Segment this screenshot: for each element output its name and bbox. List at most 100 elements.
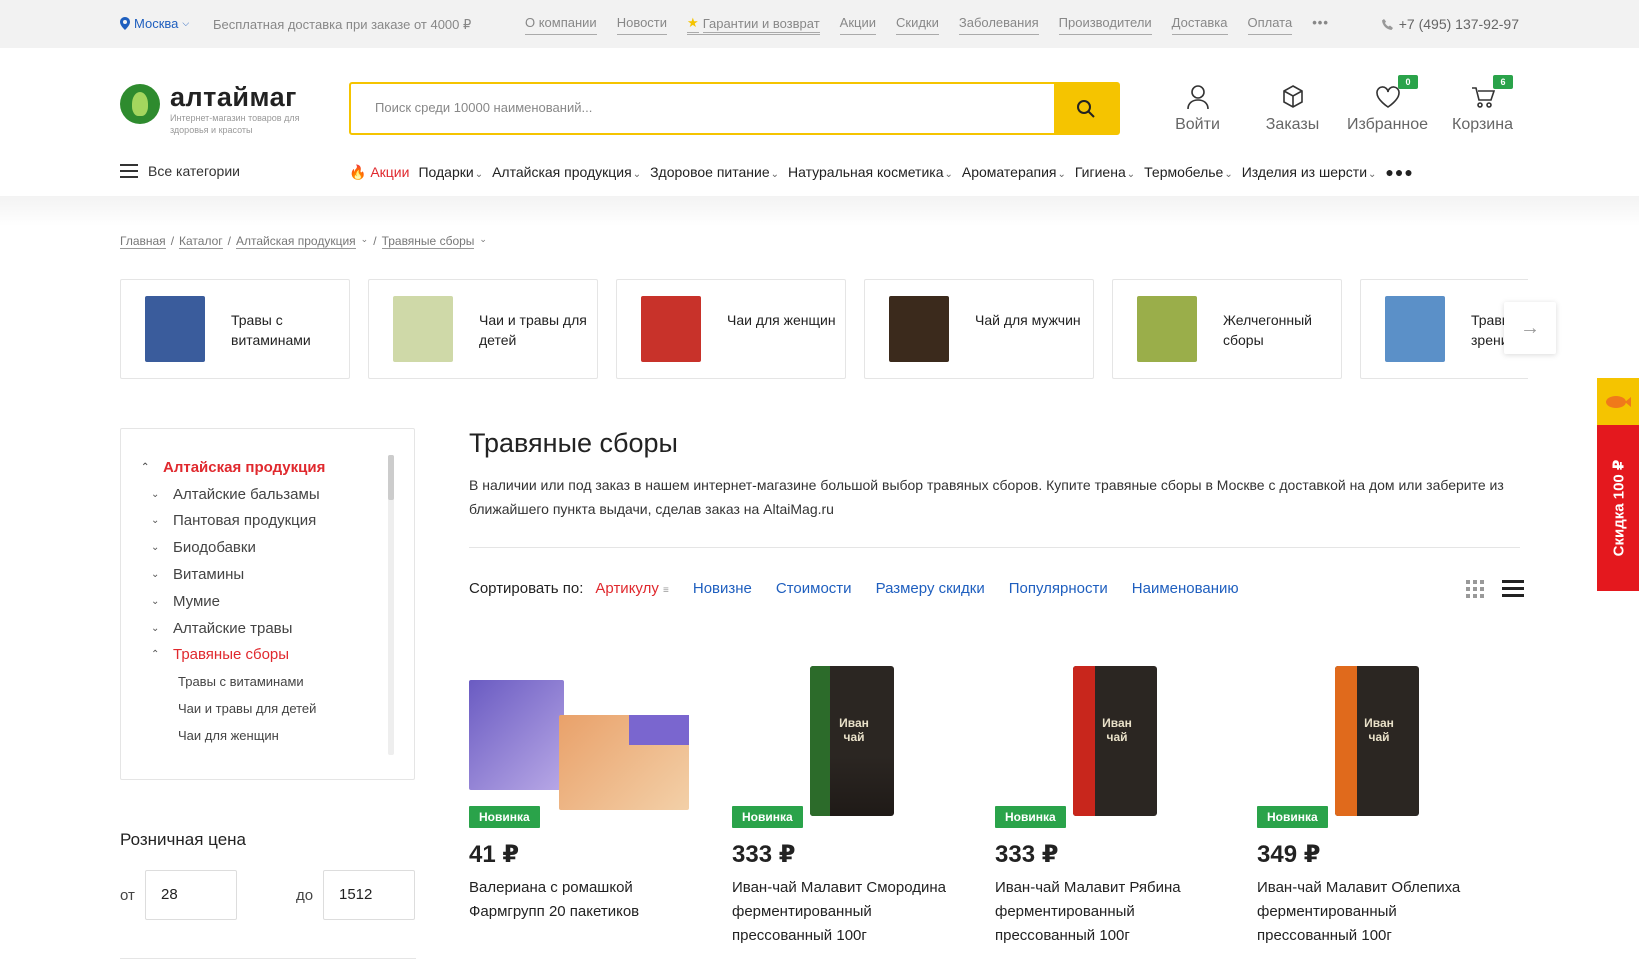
sidebar-subitem-vitamins[interactable]: Травы с витаминами — [141, 668, 325, 695]
nav-item-thermal[interactable]: Термобелье⌄ — [1144, 164, 1233, 181]
all-categories-button[interactable]: Все категории — [120, 163, 240, 179]
subcategory-card[interactable]: Чай для мужчин — [864, 279, 1094, 379]
carousel-next-button[interactable]: → — [1504, 302, 1556, 354]
product-name[interactable]: Иван-чай Малавит Смородина ферментирован… — [732, 876, 972, 948]
pack-text: Иван чай — [1364, 716, 1394, 744]
price-from-input[interactable]: 28 — [145, 870, 237, 920]
scrollbar-thumb[interactable] — [388, 455, 394, 500]
cart-button[interactable]: 6 Корзина — [1435, 75, 1530, 134]
top-link-manufacturers[interactable]: Производители — [1058, 15, 1152, 35]
breadcrumb-altai[interactable]: Алтайская продукция — [236, 234, 356, 249]
subcategory-card[interactable]: Травы для зрения — [1360, 279, 1528, 379]
sidebar-item-label: Алтайские травы — [173, 619, 293, 637]
sort-by-popularity[interactable]: Популярности — [1009, 580, 1108, 597]
sort-by-newness[interactable]: Новизне — [693, 580, 752, 597]
breadcrumb-current[interactable]: Травяные сборы — [381, 234, 475, 249]
product-name[interactable]: Иван-чай Малавит Облепиха ферментированн… — [1257, 876, 1497, 948]
login-label: Войти — [1175, 116, 1220, 133]
city-name: Москва — [134, 16, 179, 31]
product-card[interactable]: Иван чай Новинка 333 ₽ Иван-чай Малавит … — [732, 650, 972, 944]
sidebar-item-balsams[interactable]: ⌄ Алтайские бальзамы — [141, 481, 325, 508]
grid-view-icon[interactable] — [1466, 580, 1484, 598]
product-card[interactable]: Новинка 41 ₽ Валериана с ромашкой Фармгр… — [469, 650, 709, 920]
breadcrumb-catalog[interactable]: Каталог — [179, 234, 223, 249]
more-dots-icon[interactable]: ●●● — [1385, 164, 1413, 181]
top-link-news[interactable]: Новости — [616, 15, 668, 35]
sidebar-item-herbal-blends[interactable]: ⌃ Травяные сборы — [141, 642, 325, 669]
sidebar-subitem-kids[interactable]: Чаи и травы для детей — [141, 695, 325, 722]
chevron-down-icon: ⌵ — [182, 18, 190, 28]
nav-item-aromatherapy[interactable]: Ароматерапия⌄ — [962, 164, 1066, 181]
sidebar-subitem-women[interactable]: Чаи для женщин — [141, 722, 325, 749]
product-name[interactable]: Валериана с ромашкой Фармгрупп 20 пакети… — [469, 876, 709, 924]
sidebar-item-label: Биодобавки — [173, 539, 256, 557]
sidebar-scrollbar[interactable] — [388, 455, 394, 755]
top-link-discounts[interactable]: Скидки — [896, 15, 939, 35]
nav-item-promotions[interactable]: 🔥 Акции — [349, 164, 409, 181]
top-link-promotions[interactable]: Акции — [839, 15, 876, 35]
nav-item-healthy-food[interactable]: Здоровое питание⌄ — [650, 164, 779, 181]
sort-by-name[interactable]: Наименованию — [1132, 580, 1239, 597]
chevron-down-icon: ⌄ — [632, 169, 642, 180]
subcategory-card[interactable]: Чаи для женщин — [616, 279, 846, 379]
product-image[interactable]: Иван чай — [732, 650, 972, 825]
sidebar-item-mumie[interactable]: ⌄ Мумие — [141, 588, 325, 615]
main-nav: Все категории 🔥 Акции Подарки⌄ Алтайская… — [0, 148, 1639, 196]
nav-item-cosmetics[interactable]: Натуральная косметика⌄ — [788, 164, 953, 181]
nav-menu: 🔥 Акции Подарки⌄ Алтайская продукция⌄ Зд… — [349, 164, 1414, 181]
price-to-input[interactable]: 1512 — [323, 870, 415, 920]
sidebar-item-altai[interactable]: ⌃ Алтайская продукция — [141, 454, 325, 481]
pack-text: Иван чай — [1102, 716, 1132, 744]
product-image — [889, 296, 949, 362]
product-image[interactable] — [469, 650, 709, 825]
favorites-count-badge: 0 — [1398, 75, 1418, 89]
favorites-button[interactable]: 0 Избранное — [1340, 75, 1435, 134]
sidebar-item-pants[interactable]: ⌄ Пантовая продукция — [141, 508, 325, 535]
city-selector[interactable]: Москва ⌵ — [120, 16, 189, 31]
subcategory-card[interactable]: Чаи и травы для детей — [368, 279, 598, 379]
nav-item-aroma-label: Ароматерапия — [961, 164, 1057, 180]
more-dots-icon[interactable]: ••• — [1312, 15, 1329, 35]
top-link-about[interactable]: О компании — [525, 15, 597, 35]
login-button[interactable]: Войти — [1150, 84, 1245, 134]
top-link-payment[interactable]: Оплата — [1247, 15, 1293, 35]
product-card[interactable]: Иван чай Новинка 349 ₽ Иван-чай Малавит … — [1257, 650, 1497, 944]
favorites-label: Избранное — [1346, 116, 1429, 133]
subcategory-card[interactable]: Желчегонный сборы — [1112, 279, 1342, 379]
header-actions: Войти Заказы 0 Избранное 6 Корзина — [1150, 75, 1530, 134]
nav-item-wool[interactable]: Изделия из шерсти⌄ — [1242, 164, 1377, 181]
sidebar-item-supplements[interactable]: ⌄ Биодобавки — [141, 534, 325, 561]
nav-item-altai-products[interactable]: Алтайская продукция⌄ — [492, 164, 641, 181]
search-bar: Поиск среди 10000 наименований... — [349, 82, 1120, 135]
product-image[interactable]: Иван чай — [1257, 650, 1497, 825]
new-badge: Новинка — [469, 806, 540, 828]
top-link-diseases[interactable]: Заболевания — [958, 15, 1039, 35]
product-price: 333 ₽ — [732, 841, 796, 868]
product-image[interactable]: Иван чай — [995, 650, 1235, 825]
nav-item-hygiene[interactable]: Гигиена⌄ — [1075, 164, 1135, 181]
sort-by-price[interactable]: Стоимости — [776, 580, 852, 597]
product-image — [393, 296, 453, 362]
chevron-down-icon: ⌄ — [1224, 169, 1233, 180]
product-card[interactable]: Иван чай Новинка 333 ₽ Иван-чай Малавит … — [995, 650, 1235, 944]
subcategory-card[interactable]: Травы с витаминами — [120, 279, 350, 379]
nav-shadow — [0, 196, 1639, 226]
nav-item-gifts[interactable]: Подарки⌄ — [418, 164, 483, 181]
orders-button[interactable]: Заказы — [1245, 84, 1340, 134]
list-view-icon[interactable] — [1502, 580, 1524, 598]
nav-item-food-label: Здоровое питание — [650, 164, 770, 180]
breadcrumb-home[interactable]: Главная — [120, 234, 166, 249]
search-input[interactable]: Поиск среди 10000 наименований... — [375, 100, 592, 115]
product-name[interactable]: Иван-чай Малавит Рябина ферментированный… — [995, 876, 1235, 948]
sidebar-item-herbs[interactable]: ⌄ Алтайские травы — [141, 615, 325, 642]
phone-number[interactable]: +7 (495) 137-92-97 — [1381, 16, 1519, 32]
top-link-guarantee[interactable]: ★ Гарантии и возврат — [687, 15, 820, 35]
sort-by-article[interactable]: Артикулу ≡ — [595, 580, 668, 597]
sidebar-item-vitamins[interactable]: ⌄ Витамины — [141, 561, 325, 588]
subcategory-title: Желчегонный сборы — [1223, 312, 1312, 348]
search-button[interactable] — [1054, 84, 1118, 133]
sort-by-discount[interactable]: Размеру скидки — [876, 580, 985, 597]
logo[interactable]: алтаймаг Интернет-магазин товаров для зд… — [120, 84, 300, 136]
top-link-delivery[interactable]: Доставка — [1171, 15, 1228, 35]
discount-side-tab[interactable]: Скидка 100 ₽ — [1597, 378, 1639, 591]
